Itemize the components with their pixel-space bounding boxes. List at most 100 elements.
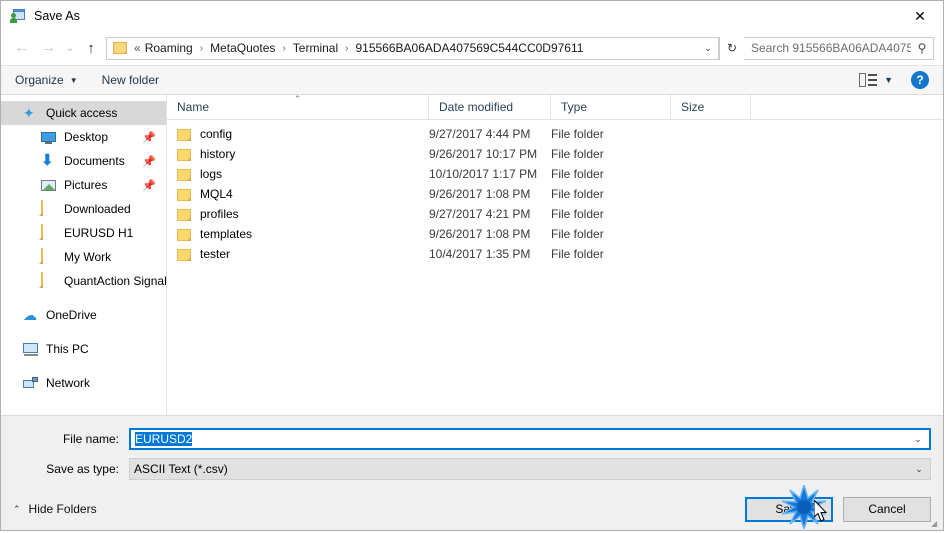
table-row[interactable]: tester 10/4/2017 1:35 PM File folder: [167, 244, 943, 264]
save-button[interactable]: Save: [745, 496, 833, 522]
breadcrumb-item-roaming[interactable]: Roaming: [144, 41, 194, 55]
cancel-button[interactable]: Cancel: [843, 496, 931, 522]
sidebar-item-quantaction-signal[interactable]: QuantAction Signal: [1, 269, 166, 293]
breadcrumb-item-terminal[interactable]: Terminal: [292, 41, 339, 55]
refresh-icon[interactable]: ↻: [719, 36, 744, 60]
folder-icon: [41, 224, 57, 241]
documents-icon: ⬇: [41, 152, 54, 169]
file-name-cell: tester: [167, 247, 429, 261]
organize-button[interactable]: Organize ▼: [15, 73, 78, 87]
column-label: Type: [561, 100, 588, 114]
breadcrumb[interactable]: « Roaming › MetaQuotes › Terminal › 9155…: [106, 36, 719, 60]
file-name: tester: [200, 247, 231, 261]
sidebar-item-network[interactable]: Network: [1, 371, 166, 395]
table-row[interactable]: templates 9/26/2017 1:08 PM File folder: [167, 224, 943, 244]
back-icon[interactable]: ←: [9, 36, 35, 60]
pin-icon[interactable]: 📌: [142, 179, 156, 192]
resize-grip[interactable]: ◢: [931, 519, 941, 529]
sidebar-item-desktop[interactable]: Desktop 📌: [1, 125, 166, 149]
toolbar: Organize ▼ New folder ▼ ?: [1, 65, 943, 95]
file-name-input[interactable]: EURUSD2 ⌄: [129, 428, 931, 450]
file-type-cell: File folder: [551, 167, 604, 181]
sidebar-item-this-pc[interactable]: This PC: [1, 337, 166, 361]
file-date-cell: 9/27/2017 4:21 PM: [429, 207, 531, 221]
chevron-down-icon[interactable]: ▼: [884, 75, 893, 85]
file-date-cell: 10/4/2017 1:35 PM: [429, 247, 531, 261]
save-as-type-label: Save as type:: [46, 462, 119, 476]
sidebar-item-label: My Work: [64, 250, 112, 264]
column-header-date-modified[interactable]: Date modified: [429, 95, 551, 119]
folder-icon: [177, 249, 191, 261]
breadcrumb-item-guid[interactable]: 915566BA06ADA407569C544CC0D97611: [354, 41, 584, 55]
sidebar-item-label: OneDrive: [46, 308, 97, 322]
close-icon[interactable]: ✕: [897, 1, 943, 31]
address-bar-row: ← → ⌄ ↑ « Roaming › MetaQuotes › Termina…: [1, 31, 943, 65]
file-date-cell: 9/26/2017 10:17 PM: [429, 147, 538, 161]
save-as-icon: [10, 8, 26, 24]
window-title: Save As: [34, 9, 80, 23]
hide-folders-button[interactable]: ⌃ Hide Folders: [13, 502, 97, 516]
navigation-sidebar: ✦ Quick access Desktop 📌 ⬇ Documents 📌 P…: [1, 95, 167, 415]
star-icon: ✦: [23, 105, 35, 121]
new-folder-button[interactable]: New folder: [102, 73, 159, 87]
sidebar-divider: [1, 361, 166, 371]
sidebar-item-label: This PC: [46, 342, 89, 356]
pin-icon[interactable]: 📌: [142, 131, 156, 144]
column-header-size[interactable]: Size: [671, 95, 751, 119]
onedrive-icon: ☁: [23, 307, 37, 323]
chevron-down-icon[interactable]: ⌄: [698, 43, 718, 54]
sidebar-item-label: Downloaded: [64, 202, 131, 216]
pin-icon[interactable]: 📌: [142, 155, 156, 168]
file-type-cell: File folder: [551, 147, 604, 161]
folder-icon: [113, 42, 127, 54]
breadcrumb-item-metaquotes[interactable]: MetaQuotes: [209, 41, 276, 55]
column-label: Date modified: [439, 100, 514, 114]
file-name-cell: logs: [167, 167, 429, 181]
sidebar-item-my-work[interactable]: My Work: [1, 245, 166, 269]
search-input[interactable]: Search 915566BA06ADA40756... ⚲: [744, 36, 934, 60]
search-icon: ⚲: [917, 41, 927, 55]
chevron-right-icon: ›: [282, 42, 286, 54]
organize-label: Organize: [15, 73, 64, 87]
table-row[interactable]: history 9/26/2017 10:17 PM File folder: [167, 144, 943, 164]
table-row[interactable]: profiles 9/27/2017 4:21 PM File folder: [167, 204, 943, 224]
save-as-type-value: ASCII Text (*.csv): [134, 462, 228, 476]
chevron-down-icon[interactable]: ⌄: [907, 434, 929, 445]
forward-icon[interactable]: →: [35, 36, 61, 60]
sidebar-item-documents[interactable]: ⬇ Documents 📌: [1, 149, 166, 173]
sidebar-item-downloaded[interactable]: Downloaded: [1, 197, 166, 221]
table-row[interactable]: MQL4 9/26/2017 1:08 PM File folder: [167, 184, 943, 204]
sidebar-item-label: Desktop: [64, 130, 109, 144]
selected-text: EURUSD2: [135, 432, 193, 446]
breadcrumb-overflow[interactable]: «: [133, 41, 144, 55]
folder-icon: [41, 248, 57, 265]
file-name-row: File name: EURUSD2 ⌄: [13, 428, 931, 450]
dialog-body: ✦ Quick access Desktop 📌 ⬇ Documents 📌 P…: [1, 95, 943, 415]
file-name: history: [200, 147, 236, 161]
help-icon[interactable]: ?: [911, 71, 929, 89]
column-header-type[interactable]: Type: [551, 95, 671, 119]
sidebar-item-pictures[interactable]: Pictures 📌: [1, 173, 166, 197]
save-as-type-select[interactable]: ASCII Text (*.csv) ⌄: [129, 458, 931, 480]
folder-icon: [177, 189, 191, 201]
folder-icon: [177, 209, 191, 221]
column-header-name[interactable]: ⌃ Name: [167, 95, 429, 119]
sidebar-item-quick-access[interactable]: ✦ Quick access: [1, 101, 166, 125]
view-layout-icon[interactable]: [859, 73, 878, 87]
dialog-button-row: ⌃ Hide Folders Save Cancel ◢: [1, 488, 943, 530]
desktop-icon: [41, 129, 57, 145]
up-icon[interactable]: ↑: [79, 36, 103, 60]
chevron-down-icon[interactable]: ⌄: [908, 464, 930, 475]
file-type-cell: File folder: [551, 247, 604, 261]
table-row[interactable]: config 9/27/2017 4:44 PM File folder: [167, 124, 943, 144]
folder-icon: [177, 149, 191, 161]
table-row[interactable]: logs 10/10/2017 1:17 PM File folder: [167, 164, 943, 184]
recent-locations-icon[interactable]: ⌄: [61, 36, 79, 60]
sidebar-item-onedrive[interactable]: ☁ OneDrive: [1, 303, 166, 327]
file-name-cell: config: [167, 127, 429, 141]
sidebar-item-eurusd-h1[interactable]: EURUSD H1: [1, 221, 166, 245]
folder-icon: [177, 129, 191, 141]
sidebar-item-label: Network: [46, 376, 91, 390]
chevron-right-icon: ›: [199, 42, 204, 54]
sidebar-divider: [1, 293, 166, 303]
